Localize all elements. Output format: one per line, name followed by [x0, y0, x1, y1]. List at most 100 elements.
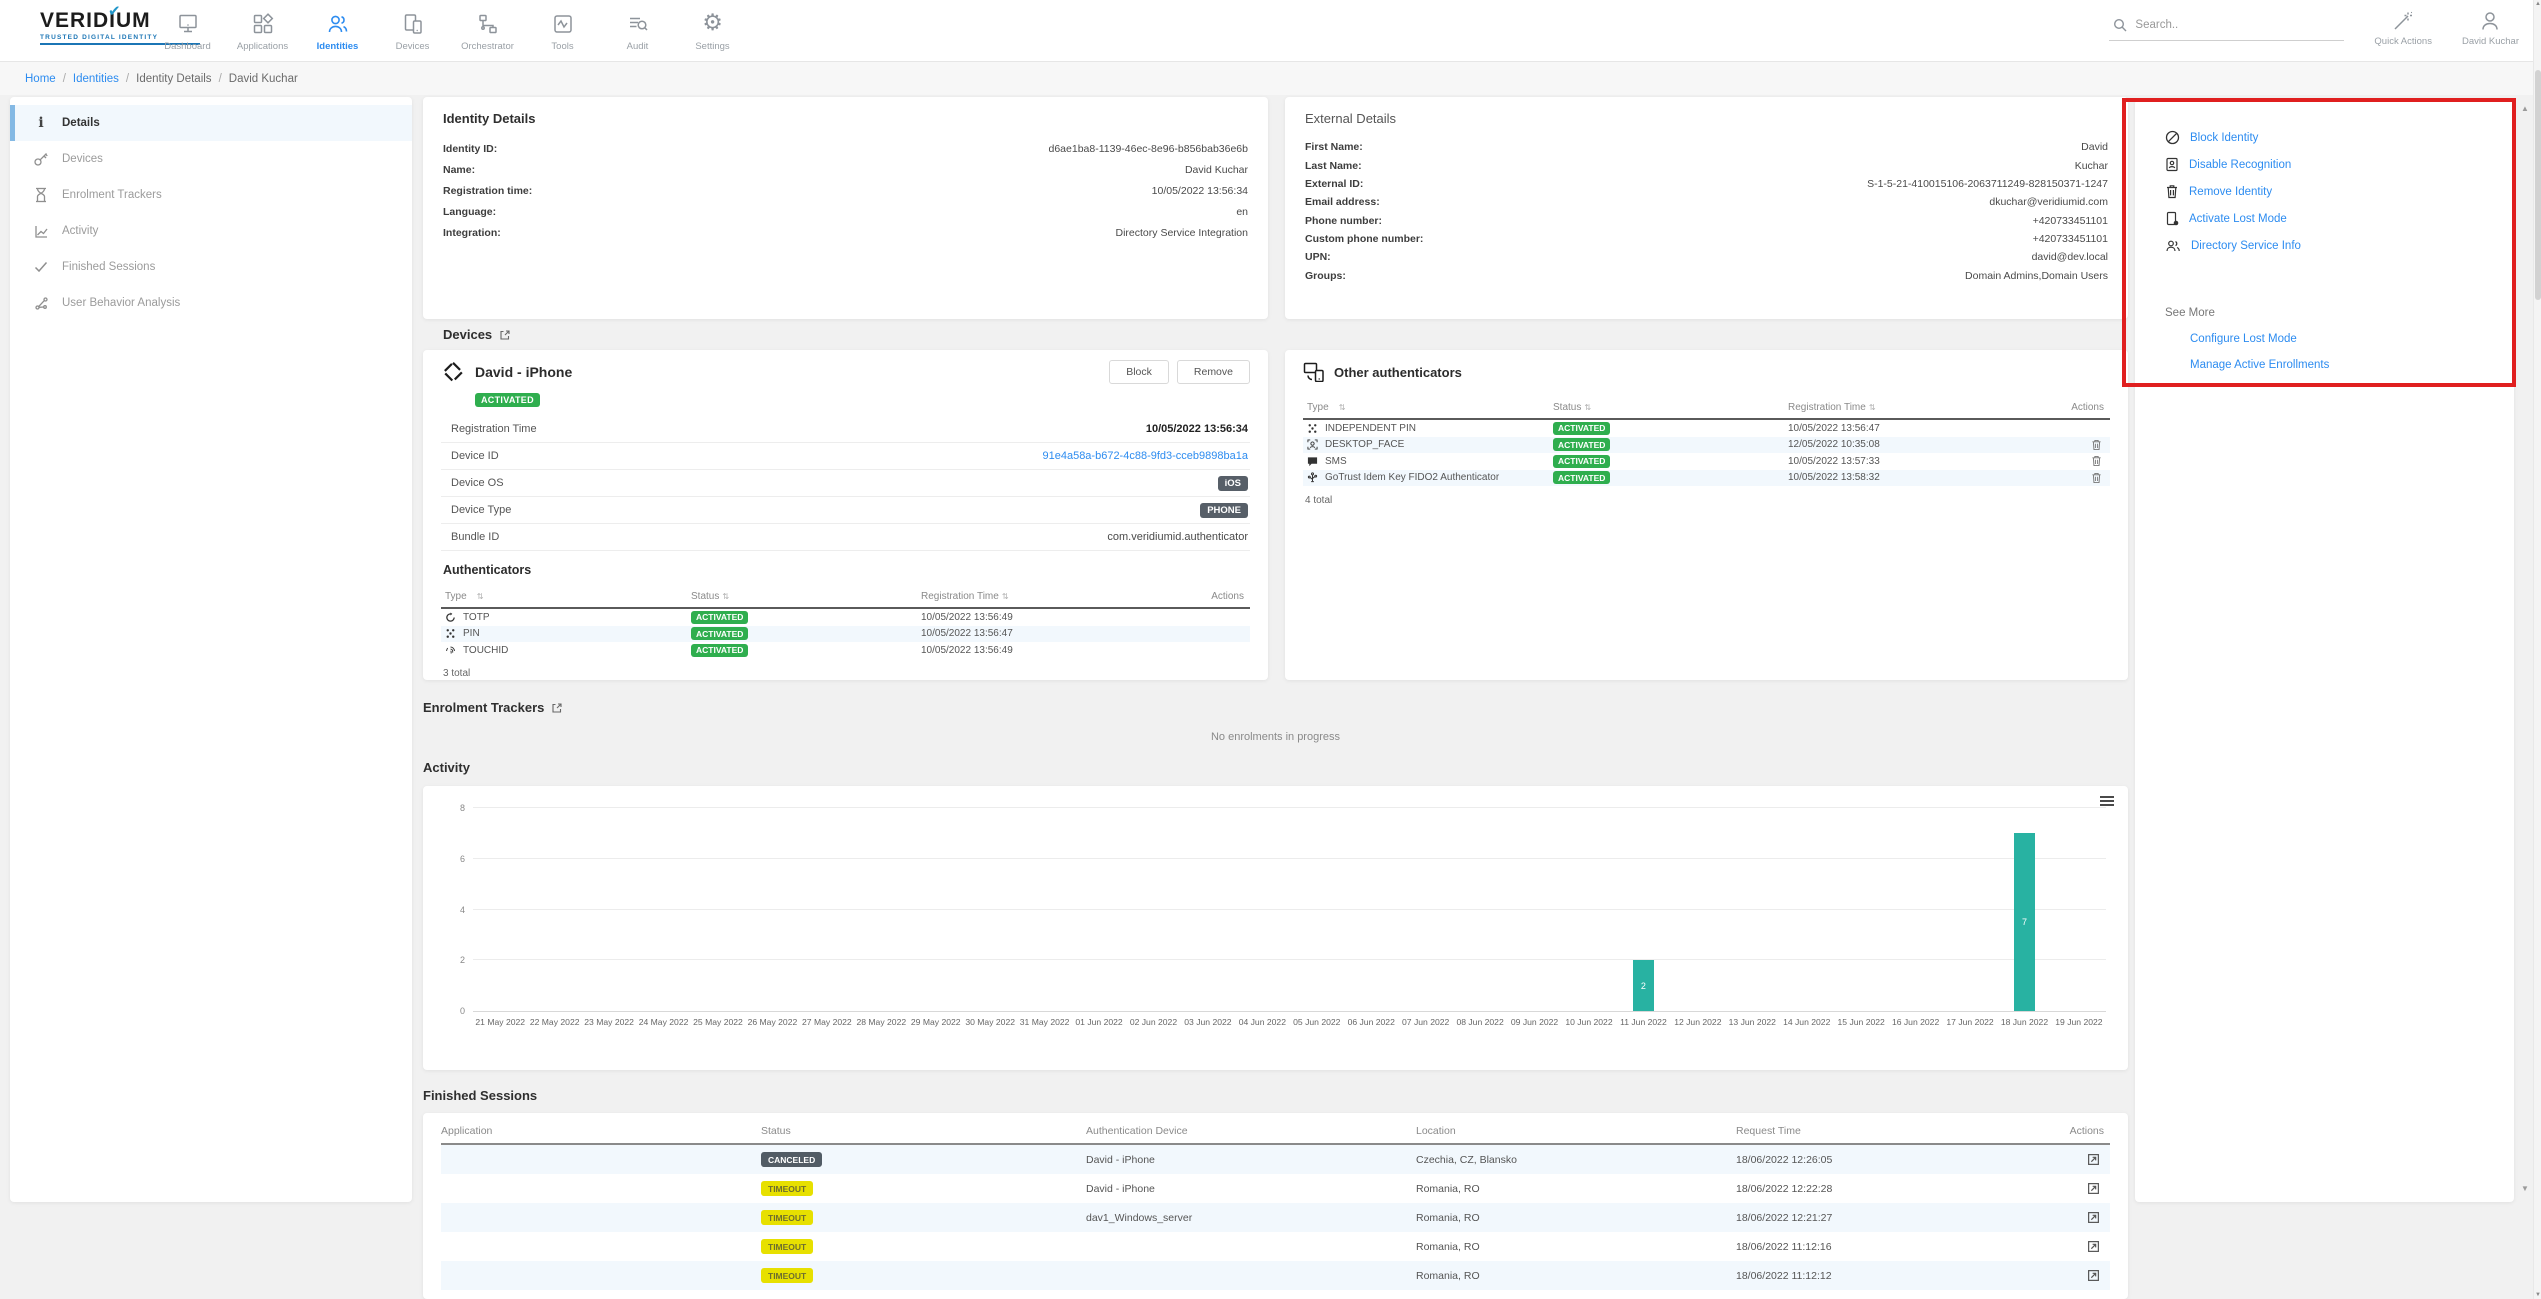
disable-recognition-action[interactable]: Disable Recognition	[2165, 151, 2514, 178]
identity-details-title: Identity Details	[443, 111, 1248, 126]
devices-section-title: Devices	[443, 327, 492, 342]
delete-authenticator-icon[interactable]	[2091, 472, 2102, 484]
field-value: com.veridiumid.authenticator	[1107, 531, 1248, 543]
sidebar-item-details[interactable]: i Details	[10, 105, 412, 141]
scrollbar-thumb[interactable]	[2535, 70, 2541, 300]
configure-lost-mode-link[interactable]: Configure Lost Mode	[2190, 333, 2514, 345]
open-session-icon[interactable]	[2087, 1182, 2100, 1195]
nav-item-tools[interactable]: Tools	[525, 0, 600, 62]
table-row[interactable]: SMS ACTIVATED 10/05/2022 13:57:33	[1303, 453, 2110, 470]
breadcrumb-identities-link[interactable]: Identities	[73, 73, 119, 85]
column-header[interactable]: Status⇅	[1553, 402, 1788, 413]
global-search[interactable]	[2109, 8, 2344, 41]
session-row[interactable]: TIMEOUT David - iPhone Romania, RO 18/06…	[441, 1174, 2110, 1203]
nav-item-audit[interactable]: Audit	[600, 0, 675, 62]
chart-bar-cell	[1017, 808, 1071, 1011]
panel-scroll-down-icon[interactable]: ▼	[2521, 1184, 2529, 1193]
device-status-badge: ACTIVATED	[475, 393, 540, 407]
quick-actions-button[interactable]: Quick Actions	[2374, 6, 2432, 47]
table-row[interactable]: DESKTOP_FACE ACTIVATED 12/05/2022 10:35:…	[1303, 437, 2110, 454]
chart-bar-cell	[473, 808, 527, 1011]
magic-wand-icon	[2391, 9, 2415, 33]
column-header[interactable]: Type⇅	[1303, 402, 1553, 413]
block-icon	[2165, 130, 2180, 145]
session-row[interactable]: TIMEOUT dav1_Windows_server Romania, RO …	[441, 1203, 2110, 1232]
authenticators-title: Authenticators	[443, 563, 1250, 577]
nav-item-orchestrator[interactable]: Orchestrator	[450, 0, 525, 62]
chart-bar-cell	[1453, 808, 1507, 1011]
field-label: Bundle ID	[451, 531, 499, 543]
x-axis-label: 27 May 2022	[800, 1017, 854, 1027]
block-identity-action[interactable]: Block Identity	[2165, 124, 2514, 151]
scrollbar-down-icon[interactable]: ▼	[2534, 1292, 2541, 1298]
x-axis-label: 23 May 2022	[582, 1017, 636, 1027]
activate-lost-mode-action[interactable]: Activate Lost Mode	[2165, 205, 2514, 232]
x-axis-label: 24 May 2022	[636, 1017, 690, 1027]
block-device-button[interactable]: Block	[1109, 360, 1169, 384]
session-row[interactable]: TIMEOUT Romania, RO 18/06/2022 11:12:16	[441, 1232, 2110, 1261]
device-id-link[interactable]: 91e4a58a-b672-4c88-9fd3-cceb9898ba1a	[1042, 450, 1248, 462]
search-input[interactable]	[2135, 19, 2315, 31]
directory-service-info-action[interactable]: Directory Service Info	[2165, 232, 2514, 259]
sidebar-item-label: Enrolment Trackers	[62, 189, 162, 201]
pin-icon	[1307, 423, 1318, 434]
delete-authenticator-icon[interactable]	[2091, 439, 2102, 451]
column-header: Request Time	[1736, 1125, 2066, 1137]
sidebar-item-finished-sessions[interactable]: Finished Sessions	[10, 249, 412, 285]
x-axis-label: 12 Jun 2022	[1671, 1017, 1725, 1027]
field-label: UPN:	[1305, 251, 1331, 263]
open-session-icon[interactable]	[2087, 1153, 2100, 1166]
status-badge: ACTIVATED	[1553, 438, 1610, 451]
breadcrumb-home-link[interactable]: Home	[25, 73, 56, 85]
chart-x-labels: 21 May 202222 May 202223 May 202224 May …	[473, 1017, 2106, 1027]
open-session-icon[interactable]	[2087, 1240, 2100, 1253]
activity-chart-plot: 02468 27 21 May 202222 May 202223 May 20…	[473, 808, 2106, 1012]
page-scrollbar[interactable]: ▲ ▼	[2533, 0, 2541, 1299]
column-header[interactable]: Status⇅	[691, 591, 921, 602]
remove-identity-action[interactable]: Remove Identity	[2165, 178, 2514, 205]
open-session-icon[interactable]	[2087, 1269, 2100, 1282]
chart-bar-cell	[1507, 808, 1561, 1011]
x-axis-label: 26 May 2022	[745, 1017, 799, 1027]
chart-bar[interactable]: 7	[2014, 833, 2035, 1011]
x-axis-label: 07 Jun 2022	[1398, 1017, 1452, 1027]
manage-active-enrollments-link[interactable]: Manage Active Enrollments	[2190, 359, 2514, 371]
nav-item-identities[interactable]: Identities	[300, 0, 375, 62]
chart-bar[interactable]: 2	[1633, 960, 1654, 1011]
session-row[interactable]: CANCELED David - iPhone Czechia, CZ, Bla…	[441, 1145, 2110, 1174]
open-enrolment-trackers-icon[interactable]	[551, 702, 563, 714]
table-header-row: Type⇅ Status⇅ Registration Time⇅ Actions	[441, 585, 1250, 609]
table-row[interactable]: TOUCHID ACTIVATED 10/05/2022 13:56:49	[441, 642, 1250, 659]
column-header[interactable]: Registration Time⇅	[921, 591, 1176, 602]
identity-row: Registration time:10/05/2022 13:56:34	[443, 180, 1248, 201]
column-header[interactable]: Type⇅	[441, 591, 691, 602]
x-axis-label: 02 Jun 2022	[1126, 1017, 1180, 1027]
status-badge: ACTIVATED	[691, 627, 748, 640]
nav-item-dashboard[interactable]: Dashboard	[150, 0, 225, 62]
nav-item-devices[interactable]: Devices	[375, 0, 450, 62]
panel-scroll-up-icon[interactable]: ▲	[2521, 104, 2529, 113]
external-row: Email address:dkuchar@veridiumid.com	[1305, 193, 2108, 211]
sidebar-item-user-behavior-analysis[interactable]: User Behavior Analysis	[10, 285, 412, 321]
nav-item-applications[interactable]: Applications	[225, 0, 300, 62]
table-row[interactable]: PIN ACTIVATED 10/05/2022 13:56:47	[441, 626, 1250, 643]
sidebar-item-enrolment-trackers[interactable]: Enrolment Trackers	[10, 177, 412, 213]
open-session-icon[interactable]	[2087, 1211, 2100, 1224]
user-menu[interactable]: David Kuchar	[2462, 6, 2519, 47]
session-row[interactable]: TIMEOUT Romania, RO 18/06/2022 11:12:12	[441, 1261, 2110, 1290]
table-row[interactable]: TOTP ACTIVATED 10/05/2022 13:56:49	[441, 609, 1250, 626]
hourglass-icon	[32, 187, 50, 203]
remove-device-button[interactable]: Remove	[1177, 360, 1250, 384]
field-value: Kuchar	[2075, 160, 2108, 172]
table-row[interactable]: GoTrust Idem Key FIDO2 Authenticator ACT…	[1303, 470, 2110, 487]
status-badge: TIMEOUT	[761, 1181, 813, 1196]
nav-item-settings[interactable]: ⚙ Settings	[675, 0, 750, 62]
sidebar-item-devices[interactable]: Devices	[10, 141, 412, 177]
table-row[interactable]: INDEPENDENT PIN ACTIVATED 10/05/2022 13:…	[1303, 420, 2110, 437]
open-devices-icon[interactable]	[499, 329, 511, 341]
delete-authenticator-icon[interactable]	[2091, 455, 2102, 467]
column-header[interactable]: Registration Time⇅	[1788, 402, 2038, 413]
sidebar-item-activity[interactable]: Activity	[10, 213, 412, 249]
scrollbar-up-icon[interactable]: ▲	[2534, 1, 2541, 7]
other-authenticators-table: Type⇅ Status⇅ Registration Time⇅ Actions…	[1303, 396, 2110, 486]
